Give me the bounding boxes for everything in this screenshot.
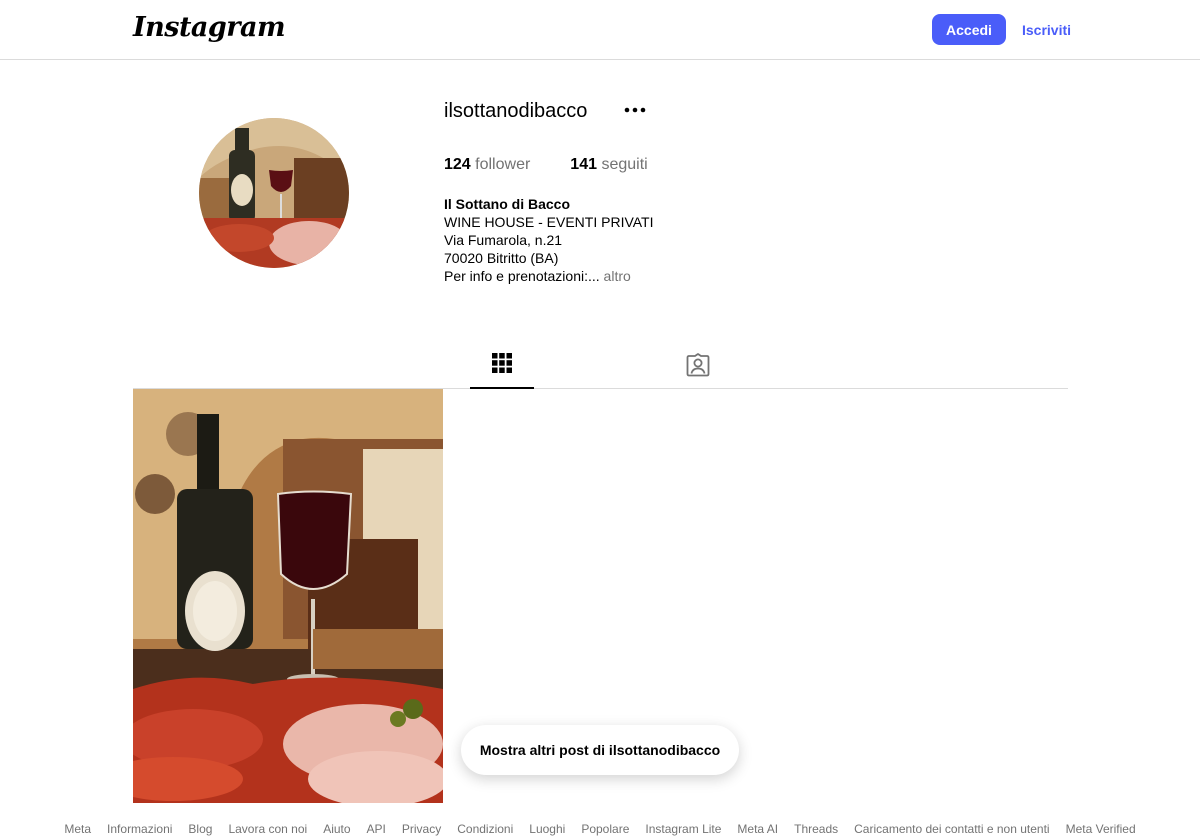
bio-line: 70020 Bitritto (BA) — [444, 250, 559, 266]
avatar-image — [199, 118, 349, 268]
followers-count: 124 — [444, 156, 471, 173]
following-count: 141 — [570, 156, 597, 173]
tab-tagged[interactable] — [666, 340, 730, 388]
following-stat[interactable]: 141 seguiti — [570, 156, 647, 174]
bio-name: Il Sottano di Bacco — [444, 196, 571, 212]
more-options-icon[interactable] — [621, 98, 649, 122]
grid-icon — [492, 353, 512, 373]
instagram-logo[interactable]: Instagram — [133, 12, 286, 43]
top-bar: Instagram Accedi Iscriviti — [0, 0, 1200, 60]
profile-username: ilsottanodibacco — [444, 100, 588, 122]
show-more-posts-button[interactable]: Mostra altri post di ilsottanodibacco — [461, 725, 739, 775]
login-button[interactable]: Accedi — [932, 14, 1006, 45]
profile-avatar[interactable] — [199, 118, 349, 268]
profile-tabs — [133, 340, 1068, 389]
followers-stat[interactable]: 124 follower — [444, 156, 530, 174]
tab-posts[interactable] — [470, 340, 534, 389]
tagged-icon — [686, 353, 710, 377]
profile-stats: 124 follower 141 seguiti — [444, 156, 648, 174]
bio-line: Via Fumarola, n.21 — [444, 232, 563, 248]
bio-line: Per info e prenotazioni:... — [444, 268, 600, 284]
following-label: seguiti — [601, 156, 648, 173]
post-image — [133, 389, 443, 803]
signup-link[interactable]: Iscriviti — [1022, 22, 1071, 38]
post-thumbnail[interactable] — [133, 389, 443, 803]
bio-more-link[interactable]: altro — [604, 268, 631, 284]
profile-bio: Il Sottano di Bacco WINE HOUSE - EVENTI … — [444, 195, 654, 285]
followers-label: follower — [475, 156, 531, 173]
bio-line: WINE HOUSE - EVENTI PRIVATI — [444, 214, 654, 230]
bio-last-line: Per info e prenotazioni:... altro — [444, 267, 654, 285]
